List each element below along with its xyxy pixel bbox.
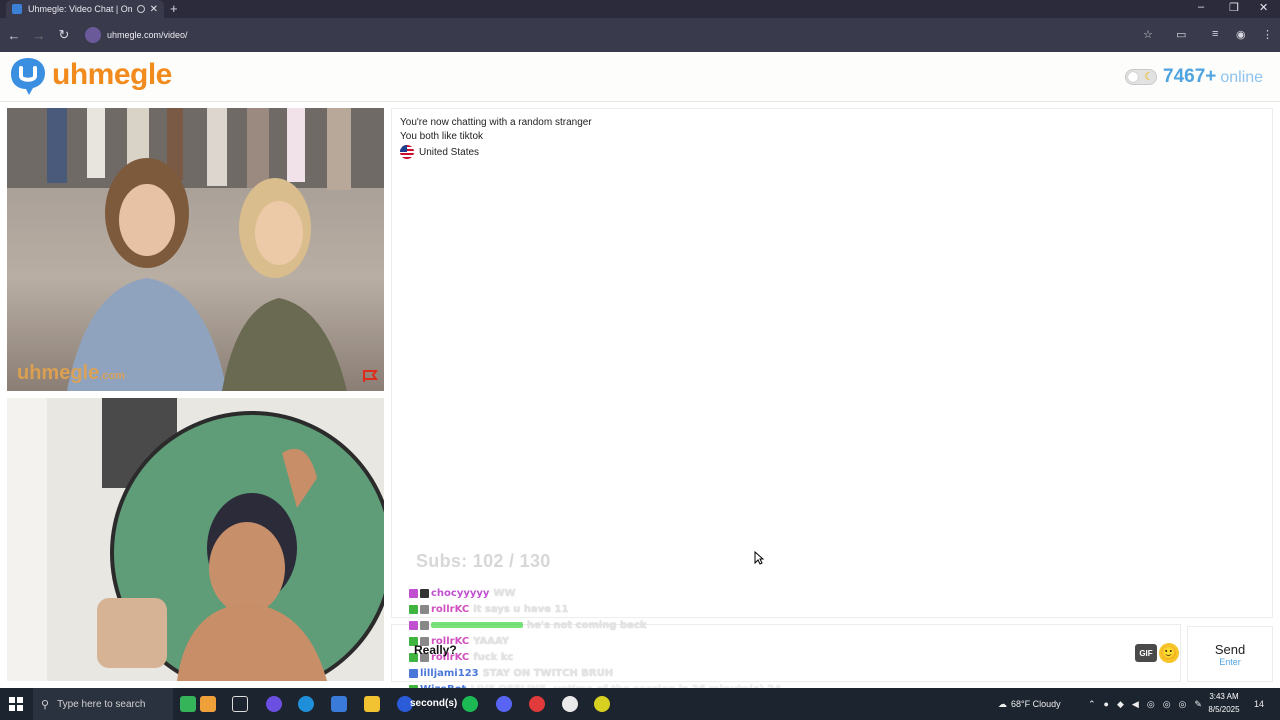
app-icon[interactable]	[200, 696, 216, 712]
send-label: Send	[1214, 642, 1246, 657]
chat-log	[391, 108, 1273, 618]
task-view-icon[interactable]	[232, 696, 248, 712]
country-name: United States	[419, 146, 480, 158]
weather-icon: ☁	[998, 698, 1007, 709]
browser-tab-bar: Uhmegle: Video Chat | Ome ✕ + – ❐ ✕	[0, 0, 1280, 18]
forward-icon[interactable]: →	[28, 28, 50, 43]
watermark: uhmegle.com	[17, 362, 125, 384]
restore-button[interactable]: ❐	[1229, 1, 1239, 14]
overlay-chat-line: chocyyyyy WW	[409, 585, 829, 601]
windows-taskbar: ⚲ Type here to search second(s) ☁ 68°F C…	[0, 688, 1280, 720]
profile-icon[interactable]: ◉	[1236, 28, 1246, 41]
uhmegle-favicon-icon	[12, 4, 22, 14]
self-video-frame	[7, 398, 384, 681]
tab-close-button[interactable]: ✕	[150, 4, 158, 15]
store-icon[interactable]	[331, 696, 347, 712]
site-header: uhmegle ☾ 7467+ online	[0, 52, 1280, 102]
online-count: 7467+	[1163, 66, 1217, 87]
online-counter: 7467+ online	[1163, 66, 1263, 88]
site-info-icon[interactable]	[85, 27, 101, 43]
report-flag-icon[interactable]	[362, 369, 378, 383]
chat-status-line: You're now chatting with a random strang…	[400, 117, 592, 128]
send-button[interactable]: Send Enter	[1187, 626, 1273, 682]
stream-chat-overlay: chocyyyyy WW rollrKC it says u have 11 he'…	[409, 585, 829, 697]
reload-icon[interactable]: ↻	[53, 27, 75, 43]
overlay-chat-line: rollrKC it says u have 11	[409, 601, 829, 617]
new-tab-button[interactable]: +	[170, 1, 178, 16]
site-logo[interactable]: uhmegle	[52, 58, 172, 92]
us-flag-icon	[400, 145, 414, 159]
search-icon: ⚲	[41, 698, 50, 711]
overlay-seconds-text: second(s)	[410, 698, 458, 709]
logo-bubble-icon	[11, 58, 45, 95]
app-icon[interactable]	[529, 696, 545, 712]
app-tray-icon[interactable]: ◎	[1147, 699, 1155, 710]
minimize-button[interactable]: –	[1198, 1, 1204, 13]
chrome-icon[interactable]	[562, 696, 578, 712]
overlay-chat-line: lilljami123 STAY ON TWITCH BRUH	[409, 665, 829, 681]
recording-icon	[136, 5, 145, 13]
taskbar-search-placeholder: Type here to search	[57, 698, 146, 710]
stranger-video-frame	[7, 108, 384, 391]
system-tray: ⌃ ● ◆ ◀ ◎ ◎ ◎ ✎	[1088, 688, 1202, 720]
emoji-button[interactable]: 🙂	[1159, 643, 1179, 663]
overlay-chat-line: he's not coming back	[409, 617, 829, 633]
address-bar-row: ← → ↻ uhmegle.com/video/ ☆ ▭ ≡ ◉ ⋮	[0, 18, 1280, 52]
overlay-really-text: Really?	[414, 643, 457, 657]
notifications-button[interactable]: 14	[1254, 688, 1264, 720]
url-field[interactable]: uhmegle.com/video/	[85, 27, 188, 43]
taskbar-clock[interactable]: 3:43 AM 8/5/2025	[1204, 690, 1244, 716]
moon-icon: ☾	[1144, 71, 1154, 83]
online-label: online	[1220, 69, 1264, 86]
app-tray-icon[interactable]: ◎	[1179, 699, 1187, 710]
menu-icon[interactable]: ⋮	[1262, 28, 1273, 41]
dark-mode-toggle[interactable]: ☾	[1125, 69, 1157, 85]
mouse-cursor-icon	[754, 551, 764, 565]
clock-time: 3:43 AM	[1209, 692, 1239, 701]
network-icon[interactable]: ◆	[1117, 699, 1124, 710]
media-icon[interactable]: ≡	[1212, 28, 1218, 40]
app-icon[interactable]	[266, 696, 282, 712]
subs-overlay: Subs: 102 / 130	[416, 551, 551, 571]
app-tray-icon[interactable]: ◎	[1163, 699, 1171, 710]
overlay-chat-line: rollrKC fuck kc	[409, 649, 829, 665]
weather-widget[interactable]: ☁ 68°F Cloudy	[998, 688, 1061, 720]
bookmark-star-icon[interactable]: ☆	[1143, 28, 1153, 41]
overlay-chat-line: rollrKC YAAAY	[409, 633, 829, 649]
gif-button[interactable]: GIF	[1135, 644, 1157, 662]
chevron-up-icon[interactable]: ⌃	[1088, 699, 1096, 710]
toggle-knob	[1128, 72, 1138, 82]
send-hint: Enter	[1219, 657, 1241, 667]
tab-title: Uhmegle: Video Chat | Ome	[28, 4, 132, 14]
taskbar-search[interactable]: ⚲ Type here to search	[33, 688, 173, 720]
app-icon[interactable]	[180, 696, 196, 712]
spotify-icon[interactable]	[462, 696, 478, 712]
discord-icon[interactable]	[496, 696, 512, 712]
self-video	[7, 398, 384, 681]
volume-icon[interactable]: ◀	[1132, 699, 1139, 710]
notification-count: 14	[1254, 699, 1265, 709]
back-icon[interactable]: ←	[3, 28, 25, 43]
stranger-video: uhmegle.com	[7, 108, 384, 391]
edge-icon[interactable]	[298, 696, 314, 712]
clock-date: 8/5/2025	[1208, 705, 1240, 714]
pen-icon[interactable]: ✎	[1194, 699, 1202, 710]
stranger-country: United States	[400, 145, 479, 159]
weather-text: 68°F Cloudy	[1011, 699, 1061, 709]
close-window-button[interactable]: ✕	[1259, 1, 1268, 14]
cast-icon[interactable]: ▭	[1176, 28, 1186, 41]
browser-tab[interactable]: Uhmegle: Video Chat | Ome ✕	[6, 0, 164, 18]
common-interest-line: You both like tiktok	[400, 131, 484, 142]
app-icon[interactable]	[594, 696, 610, 712]
windows-start-icon[interactable]	[9, 697, 23, 711]
microphone-icon[interactable]: ●	[1104, 699, 1109, 709]
url-text: uhmegle.com/video/	[107, 30, 188, 40]
file-explorer-icon[interactable]	[364, 696, 380, 712]
